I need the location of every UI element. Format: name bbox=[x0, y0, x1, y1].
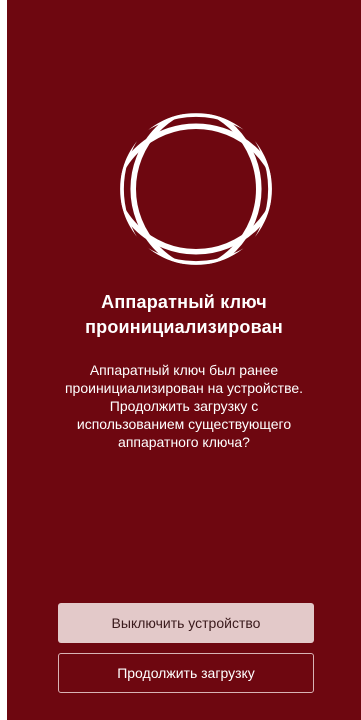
continue-boot-button[interactable]: Продолжить загрузку bbox=[58, 653, 314, 693]
dialog-message-line: использованием существующего bbox=[76, 416, 292, 432]
dialog-title-line: проинициализирован bbox=[85, 317, 283, 337]
dialog-message-line: аппаратного ключа? bbox=[118, 434, 250, 450]
dialog-title: Аппаратный ключ проинициализирован bbox=[7, 290, 361, 340]
dialog-message-line: проинициализирован на устройстве. bbox=[64, 380, 304, 396]
dialog-screen: Аппаратный ключ проинициализирован Аппар… bbox=[7, 0, 361, 720]
dialog-message-line: Продолжить загрузку с bbox=[109, 398, 259, 414]
shutdown-device-button[interactable]: Выключить устройство bbox=[58, 603, 314, 643]
dialog-message: Аппаратный ключ был ранее проинициализир… bbox=[7, 361, 361, 451]
ring-logo-icon bbox=[120, 113, 272, 265]
dialog-message-line: Аппаратный ключ был ранее bbox=[89, 362, 279, 378]
dialog-title-line: Аппаратный ключ bbox=[101, 292, 267, 312]
